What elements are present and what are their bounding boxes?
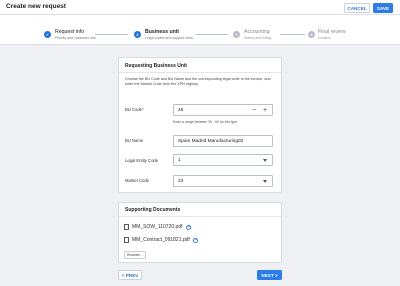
step-connector: [95, 34, 128, 35]
next-button[interactable]: NEXT >: [257, 270, 282, 280]
step-connector: [280, 34, 305, 35]
chevron-down-icon: [263, 159, 267, 162]
step-subtitle: Status and billing: [244, 36, 272, 40]
step-number-badge: 3: [233, 31, 240, 38]
file-icon: [124, 237, 129, 243]
card-title: Supporting Documents: [125, 207, 181, 213]
increment-icon[interactable]: +: [263, 106, 267, 115]
bu-code-value: 45: [178, 108, 184, 113]
bu-code-hint: Enter a range between 30 - 50 for this t…: [173, 120, 238, 124]
file-icon: [124, 224, 129, 230]
page-title: Create new request: [6, 3, 66, 10]
legal-entity-value: 1: [178, 158, 181, 163]
step-title: Request info: [55, 29, 85, 35]
bu-code-stepper[interactable]: 45 − +: [173, 104, 273, 116]
cancel-button[interactable]: CANCEL: [344, 3, 370, 13]
file-item[interactable]: MM_Contract_091821.pdf: [124, 236, 198, 244]
step-connector: [196, 34, 228, 35]
step-subtitle: Confirm: [318, 36, 331, 40]
card-description: Choose the BU Code and BU Name and the c…: [125, 77, 271, 87]
progress-stepper: ✓ Request info Priority and customer inf…: [0, 15, 400, 45]
bu-code-label: BU Code*: [125, 107, 144, 112]
step-title: Business unit: [145, 29, 180, 35]
market-code-value: 23: [178, 179, 184, 184]
top-bar: Create new request CANCEL SAVE: [0, 0, 400, 15]
step-subtitle: Priority and customer info: [55, 36, 96, 40]
bu-name-value: Spain Madrid Manufacturing02: [178, 139, 244, 144]
decrement-icon[interactable]: −: [252, 106, 256, 115]
bu-name-label: BU Name: [125, 138, 144, 143]
step-number-badge: 4: [308, 31, 315, 38]
market-code-select[interactable]: 23: [173, 175, 273, 187]
card-title: Requesting Business Unit: [125, 63, 187, 69]
market-code-label: Market Code: [125, 178, 149, 183]
bu-name-field[interactable]: Spain Madrid Manufacturing02: [173, 135, 273, 147]
download-icon[interactable]: [192, 237, 198, 243]
requesting-business-unit-card: Requesting Business Unit Choose the BU C…: [118, 57, 282, 193]
file-item[interactable]: MM_SOW_110720.pdf: [124, 223, 191, 231]
step-subtitle: Legal codes and support docs: [145, 36, 193, 40]
file-name: MM_Contract_091821.pdf: [132, 237, 190, 243]
divider: [119, 72, 281, 73]
step-title: Accounting: [244, 29, 270, 35]
legal-entity-select[interactable]: 1: [173, 154, 273, 166]
save-button[interactable]: SAVE: [373, 3, 393, 13]
download-icon[interactable]: [185, 224, 191, 230]
supporting-documents-card: Supporting Documents MM_SOW_110720.pdf M…: [118, 202, 282, 263]
prev-button[interactable]: < PREV: [118, 270, 142, 280]
divider: [119, 216, 281, 217]
legal-entity-label: Legal Entity Code: [125, 158, 159, 163]
chevron-down-icon: [263, 180, 267, 183]
check-icon: ✓: [44, 31, 51, 38]
browse-button[interactable]: Browse...: [124, 251, 146, 259]
file-name: MM_SOW_110720.pdf: [132, 224, 183, 230]
step-number-badge: 2: [134, 31, 141, 38]
step-title: Final review: [318, 29, 346, 35]
